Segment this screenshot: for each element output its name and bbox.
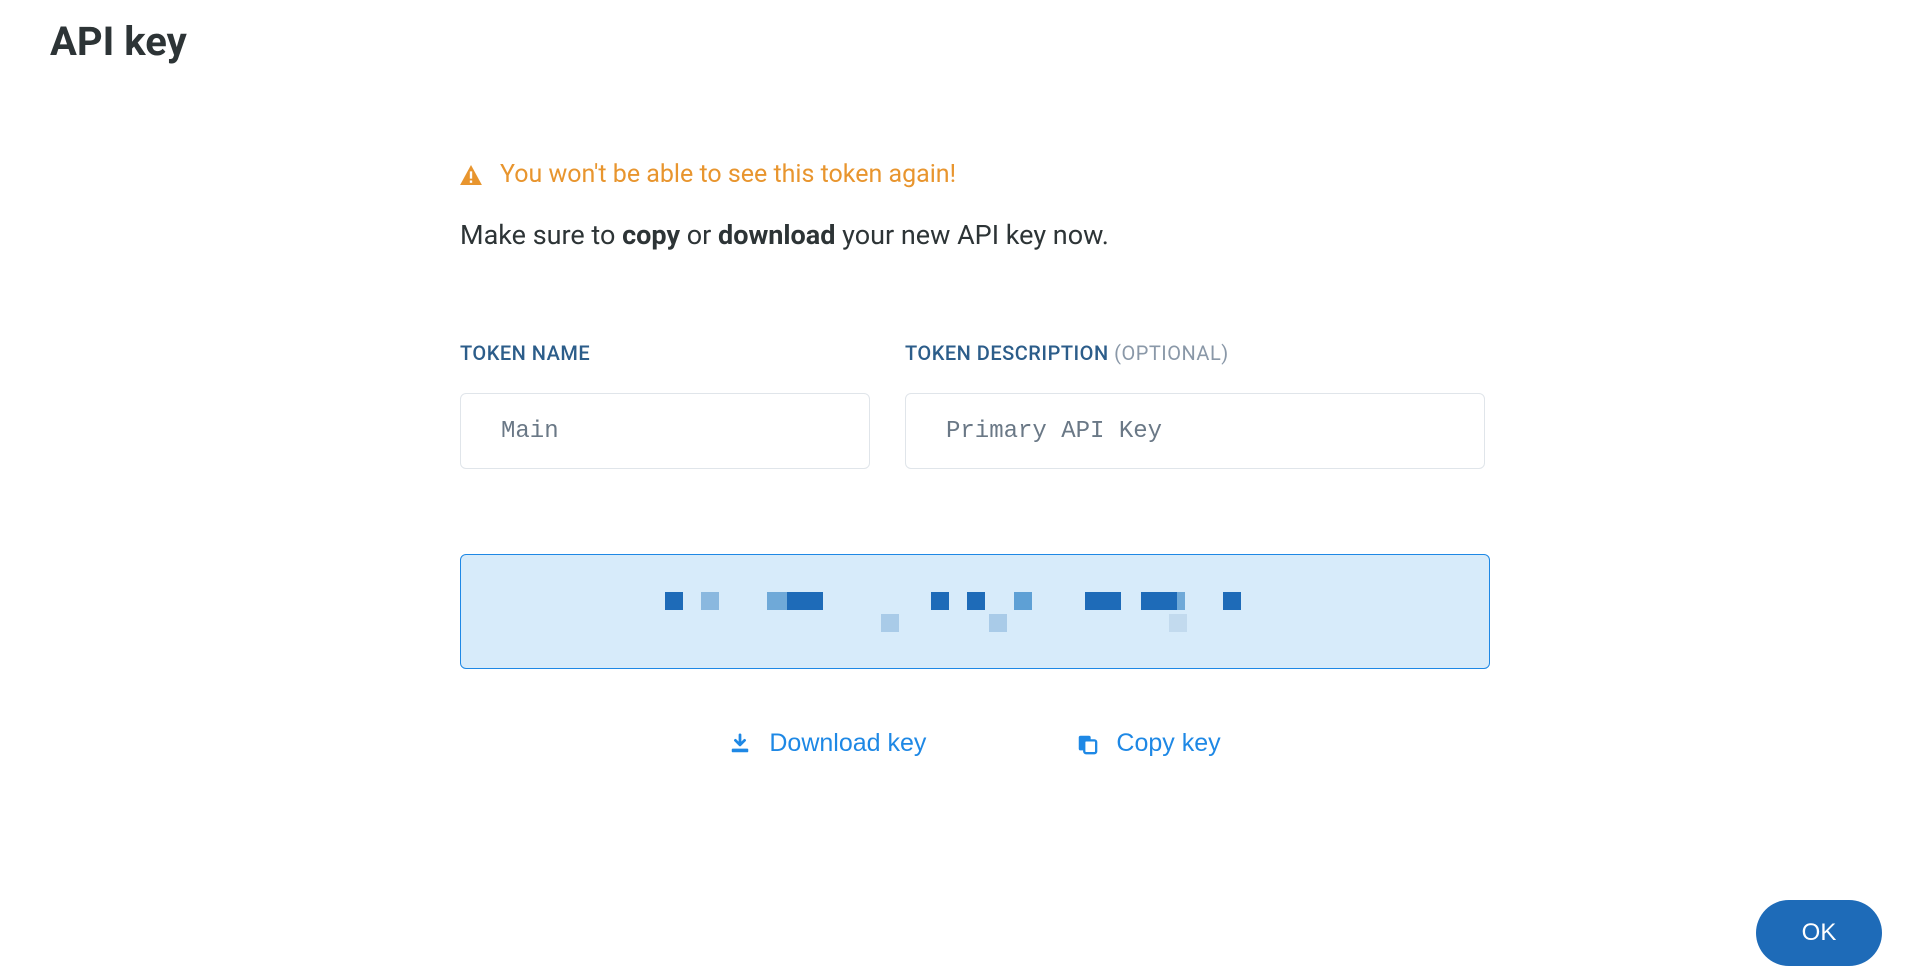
warning-triangle-icon	[460, 165, 482, 185]
copy-key-button[interactable]: Copy key	[1076, 729, 1220, 758]
copy-icon	[1076, 733, 1098, 755]
ok-button[interactable]: OK	[1756, 900, 1882, 966]
token-description-group: TOKEN DESCRIPTION (OPTIONAL)	[905, 341, 1485, 469]
token-name-group: TOKEN NAME	[460, 341, 870, 469]
token-name-label: TOKEN NAME	[460, 341, 870, 365]
actions-row: Download key Copy key	[460, 729, 1490, 758]
token-description-input[interactable]	[905, 393, 1485, 469]
warning-message: You won't be able to see this token agai…	[460, 160, 1490, 189]
download-key-label: Download key	[769, 729, 926, 758]
download-icon	[729, 733, 751, 755]
page-title: API key	[50, 18, 187, 65]
copy-key-label: Copy key	[1116, 729, 1220, 758]
token-name-input[interactable]	[460, 393, 870, 469]
download-key-button[interactable]: Download key	[729, 729, 926, 758]
token-pixelated-value	[665, 592, 1285, 632]
token-display-box[interactable]	[460, 554, 1490, 669]
content-area: You won't be able to see this token agai…	[460, 160, 1490, 758]
fields-row: TOKEN NAME TOKEN DESCRIPTION (OPTIONAL)	[460, 341, 1490, 469]
instruction-text: Make sure to copy or download your new A…	[460, 219, 1490, 251]
token-description-label: TOKEN DESCRIPTION (OPTIONAL)	[905, 341, 1485, 365]
warning-text: You won't be able to see this token agai…	[500, 160, 956, 189]
